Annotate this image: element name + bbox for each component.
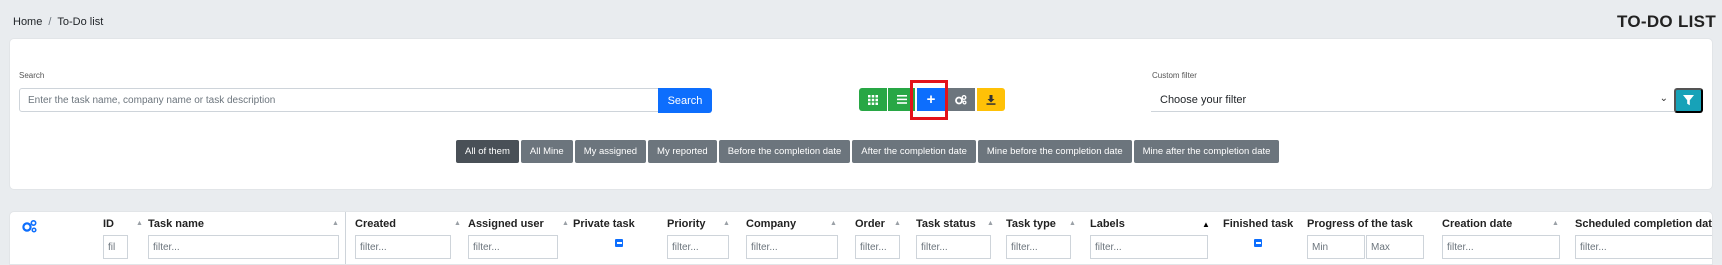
sort-icon[interactable]: ▲ <box>1202 220 1210 229</box>
sort-icon[interactable]: ▲ <box>454 220 461 227</box>
filter-input-task-name[interactable] <box>148 235 339 259</box>
column-header-order[interactable]: Order <box>855 218 885 230</box>
quick-filter-all-mine[interactable]: All Mine <box>520 140 573 163</box>
custom-filter-select[interactable]: Choose your filter ⌄ <box>1151 88 1674 112</box>
column-settings-button[interactable] <box>22 219 37 238</box>
column-header-scheduled-completion[interactable]: Scheduled completion date <box>1575 218 1712 230</box>
breadcrumb-current: To-Do list <box>57 16 104 28</box>
sort-icon[interactable]: ▲ <box>987 220 994 227</box>
column-header-priority[interactable]: Priority <box>667 218 706 230</box>
sort-icon[interactable]: ▲ <box>1552 220 1559 227</box>
task-table: ID ▲ Task name ▲ Created ▲ Assigned user… <box>9 211 1713 265</box>
column-header-assigned-user[interactable]: Assigned user <box>468 218 544 230</box>
export-button[interactable] <box>977 88 1005 111</box>
column-header-created[interactable]: Created <box>355 218 396 230</box>
settings-button[interactable] <box>947 88 975 111</box>
column-header-finished-task[interactable]: Finished task <box>1223 218 1293 230</box>
column-header-task-name[interactable]: Task name <box>148 218 204 230</box>
sort-icon[interactable]: ▲ <box>332 220 339 227</box>
list-icon <box>896 95 907 104</box>
column-header-task-type[interactable]: Task type <box>1006 218 1056 230</box>
search-card <box>9 38 1713 190</box>
custom-filter-value: Choose your filter <box>1160 93 1247 106</box>
breadcrumb-separator: / <box>48 16 52 28</box>
column-header-progress[interactable]: Progress of the task <box>1307 218 1413 230</box>
sort-icon[interactable]: ▲ <box>1069 220 1076 227</box>
breadcrumb: Home / To-Do list <box>13 16 103 28</box>
sort-icon[interactable]: ▲ <box>136 220 143 227</box>
search-input[interactable] <box>19 88 659 112</box>
sort-icon[interactable]: ▲ <box>830 220 837 227</box>
filter-input-progress-max[interactable] <box>1366 235 1424 259</box>
filter-input-scheduled-completion[interactable] <box>1575 235 1712 259</box>
column-header-private-task[interactable]: Private task <box>573 218 635 230</box>
column-header-id[interactable]: ID <box>103 218 114 230</box>
download-icon <box>986 94 996 105</box>
filter-input-created[interactable] <box>355 235 451 259</box>
funnel-icon <box>1683 95 1694 106</box>
filter-input-assigned-user[interactable] <box>468 235 558 259</box>
gears-icon <box>22 219 37 233</box>
quick-filter-before-completion[interactable]: Before the completion date <box>718 140 851 163</box>
filter-input-creation-date[interactable] <box>1442 235 1560 259</box>
sort-icon[interactable]: ▲ <box>562 220 569 227</box>
frozen-column-divider <box>345 212 346 264</box>
sort-icon[interactable]: ▲ <box>723 220 730 227</box>
page-title: TO-DO LIST <box>1616 12 1716 31</box>
column-header-company[interactable]: Company <box>746 218 796 230</box>
column-header-creation-date[interactable]: Creation date <box>1442 218 1512 230</box>
search-label: Search <box>19 71 45 80</box>
finished-task-filter-checkbox[interactable] <box>1254 239 1262 247</box>
filter-input-labels[interactable] <box>1090 235 1208 259</box>
sort-icon[interactable]: ▲ <box>894 220 901 227</box>
filter-input-progress-min[interactable] <box>1307 235 1365 259</box>
grid-view-button[interactable] <box>859 88 887 111</box>
quick-filter-all[interactable]: All of them <box>456 140 519 163</box>
apply-filter-button[interactable] <box>1674 88 1703 113</box>
quick-filter-my-reported[interactable]: My reported <box>648 140 717 163</box>
column-header-task-status[interactable]: Task status <box>916 218 976 230</box>
custom-filter-label: Custom filter <box>1152 71 1197 80</box>
highlight-frame <box>910 80 948 120</box>
quick-filter-my-assigned[interactable]: My assigned <box>574 140 647 163</box>
filter-input-order[interactable] <box>855 235 900 259</box>
private-task-filter-checkbox[interactable] <box>615 239 623 247</box>
column-header-labels[interactable]: Labels <box>1090 218 1125 230</box>
grid-icon <box>868 94 878 105</box>
quick-filter-mine-before-completion[interactable]: Mine before the completion date <box>977 140 1132 163</box>
chevron-down-icon: ⌄ <box>1659 93 1668 104</box>
filter-input-company[interactable] <box>746 235 838 259</box>
filter-input-priority[interactable] <box>667 235 729 259</box>
breadcrumb-home-link[interactable]: Home <box>13 16 42 28</box>
search-button[interactable]: Search <box>658 88 712 113</box>
quick-filter-after-completion[interactable]: After the completion date <box>852 140 976 163</box>
filter-input-task-status[interactable] <box>916 235 991 259</box>
filter-input-task-type[interactable] <box>1006 235 1071 259</box>
gears-icon <box>955 94 967 104</box>
quick-filter-mine-after-completion[interactable]: Mine after the completion date <box>1133 140 1280 163</box>
quick-filter-bar: All of them All Mine My assigned My repo… <box>456 140 1280 163</box>
filter-input-id[interactable] <box>103 235 128 259</box>
